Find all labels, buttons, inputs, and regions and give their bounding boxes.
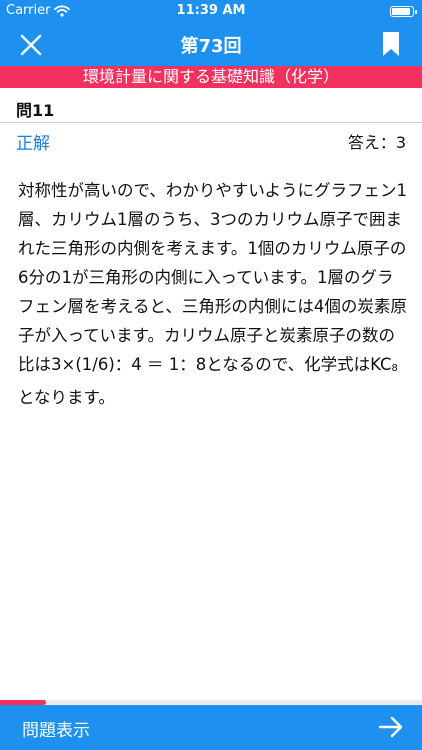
explanation-text: 対称性が高いので、わかりやすいようにグラフェン1層、カリウム1層のうち、3つのカ… [18, 176, 408, 412]
bookmark-icon[interactable] [382, 31, 400, 57]
divider [0, 122, 422, 123]
nav-bar: 第73回 [0, 22, 422, 66]
status-time: 11:39 AM [176, 3, 246, 18]
status-bar: Carrier 11:39 AM [0, 0, 422, 22]
result-label: 正解 [16, 134, 50, 154]
explanation-tail: となります。 [18, 388, 115, 407]
bottom-bar: 問題表示 [0, 705, 422, 750]
arrow-right-icon[interactable] [378, 715, 404, 739]
answer-label: 答え：3 [347, 133, 406, 152]
explanation-body: 対称性が高いので、わかりやすいようにグラフェン1層、カリウム1層のうち、3つのカ… [18, 181, 408, 374]
category-banner: 環境計量に関する基礎知識（化学） [0, 66, 422, 88]
page-title: 第73回 [180, 36, 242, 57]
show-question-button[interactable]: 問題表示 [22, 716, 90, 741]
question-number: 問11 [16, 101, 55, 120]
explanation-subscript: 8 [391, 363, 398, 374]
battery-icon [390, 6, 417, 17]
